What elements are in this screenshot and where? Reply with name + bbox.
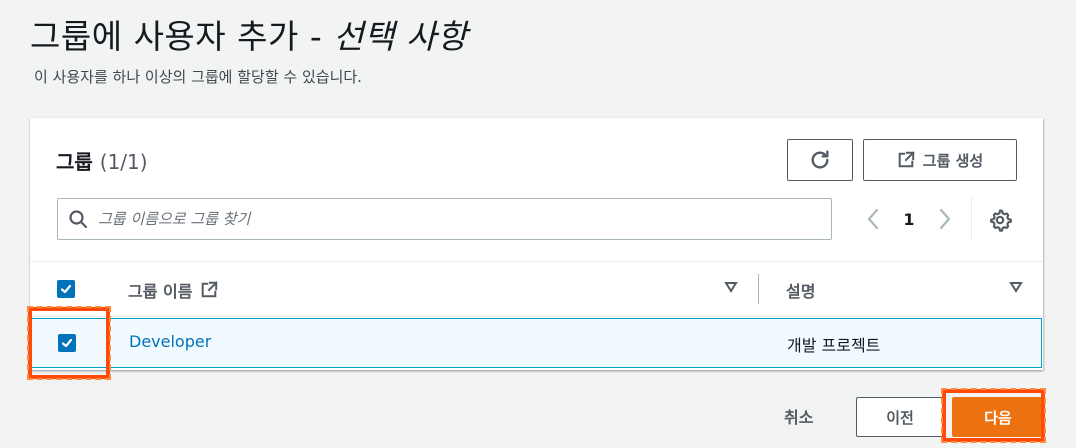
pagination-previous[interactable] — [860, 206, 886, 232]
table-row[interactable]: Developer 개발 프로젝트 — [31, 318, 1042, 368]
pagination-page[interactable]: 1 — [896, 206, 922, 232]
column-header-group-name[interactable]: 그룹 이름 — [128, 278, 219, 302]
table-header: 그룹 이름 설명 — [30, 261, 1043, 317]
preferences-button[interactable] — [986, 206, 1014, 234]
group-name-link[interactable]: Developer — [129, 332, 211, 351]
chevron-right-icon — [938, 208, 952, 230]
group-search-field[interactable] — [57, 198, 832, 240]
pagination-next[interactable] — [932, 206, 958, 232]
groups-panel: 그룹 (1/1) 그룹 생성 그룹 이름으로 그룹 찾기 1 그룹 이름 설명 … — [30, 118, 1043, 370]
refresh-icon — [809, 149, 831, 171]
page-title-optional: 선택 사항 — [333, 17, 468, 56]
chevron-left-icon — [866, 208, 880, 230]
column-divider[interactable] — [758, 274, 759, 304]
sort-caret-icon — [1009, 281, 1023, 293]
pagination-divider — [971, 198, 972, 240]
page-description: 이 사용자를 하나 이상의 그룹에 할당할 수 있습니다. — [34, 68, 362, 86]
select-all-checkbox[interactable] — [57, 280, 75, 298]
external-link-icon — [200, 281, 219, 299]
groups-heading: 그룹 (1/1) — [56, 146, 148, 175]
search-icon — [68, 209, 88, 229]
create-group-button[interactable]: 그룹 생성 — [863, 139, 1017, 181]
groups-count: (1/1) — [99, 150, 148, 174]
column-group-name-label: 그룹 이름 — [128, 282, 193, 301]
refresh-button[interactable] — [787, 139, 853, 181]
check-icon — [60, 284, 72, 294]
page-title: 그룹에 사용자 추가 - 선택 사항 — [30, 10, 468, 58]
create-group-label: 그룹 생성 — [922, 151, 984, 170]
cancel-button[interactable]: 취소 — [784, 404, 813, 428]
next-highlight-box — [941, 388, 1046, 443]
checkbox-highlight-box — [27, 306, 111, 380]
previous-button[interactable]: 이전 — [856, 397, 944, 437]
sort-caret-icon — [724, 281, 738, 293]
groups-heading-label: 그룹 — [56, 150, 93, 174]
external-link-icon — [897, 151, 915, 169]
sort-group-name-button[interactable] — [724, 281, 738, 293]
column-header-description[interactable]: 설명 — [786, 278, 815, 302]
page-title-main: 그룹에 사용자 추가 - — [30, 17, 323, 56]
group-description: 개발 프로젝트 — [787, 336, 881, 355]
sort-description-button[interactable] — [1009, 281, 1023, 293]
gear-icon — [988, 208, 1012, 232]
group-search-input[interactable] — [96, 209, 831, 229]
